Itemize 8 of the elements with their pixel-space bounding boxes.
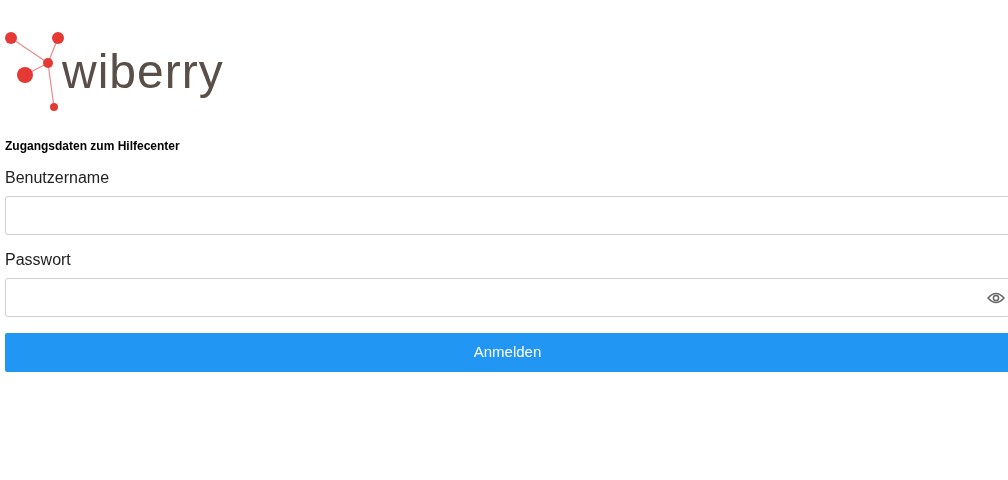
field-label: Benutzername [5,168,111,188]
eye-icon[interactable] [987,291,1005,304]
login-button[interactable]: Anmelden [5,333,1008,372]
password-field[interactable] [5,278,1008,317]
field-label: Passwort [5,250,72,270]
logo-wordmark: wiberry [62,48,224,96]
text-field[interactable] [5,196,1008,235]
form-heading: Zugangsdaten zum Hilfecenter [5,138,181,154]
